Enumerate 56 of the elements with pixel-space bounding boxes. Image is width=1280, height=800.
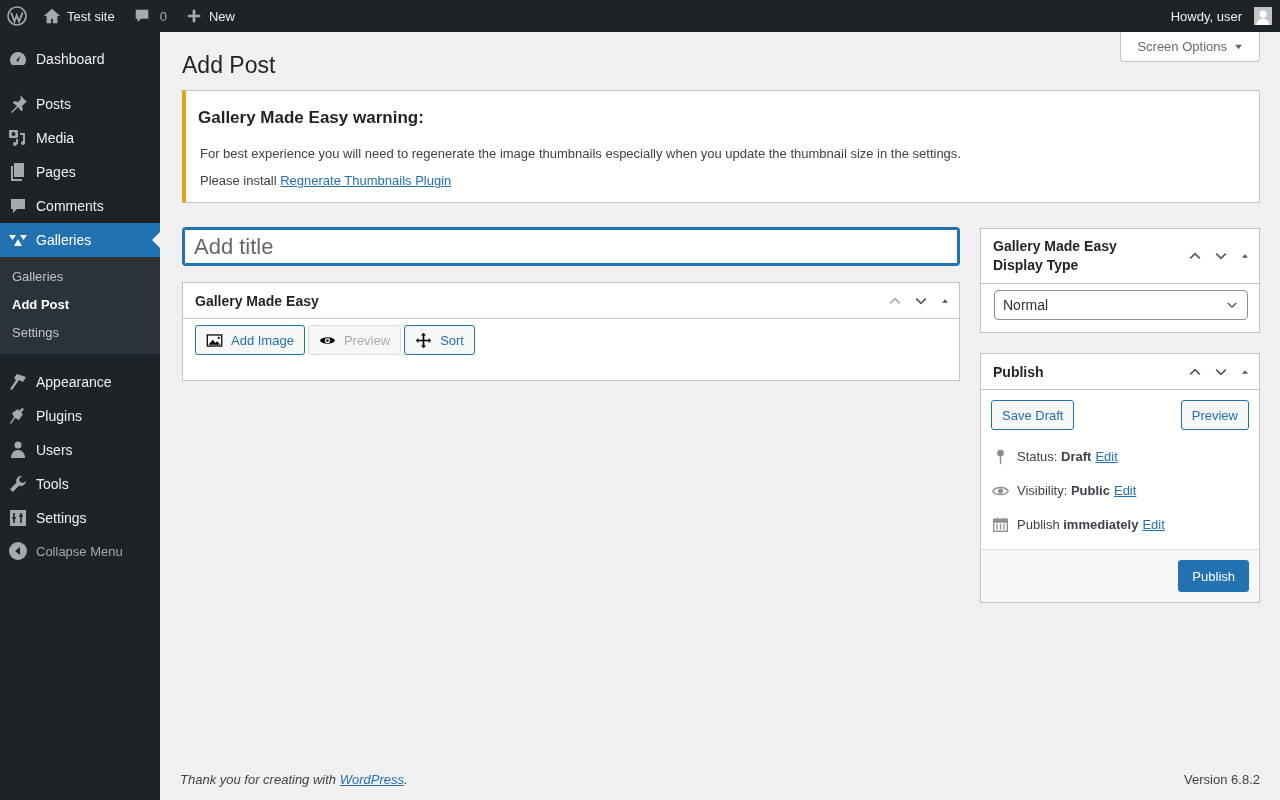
calendar-icon xyxy=(992,515,1009,533)
sliders-icon xyxy=(8,508,28,528)
display-type-select[interactable]: Normal xyxy=(994,290,1248,320)
page-title: Add Post xyxy=(182,51,277,80)
submenu-item[interactable]: Settings xyxy=(0,319,160,347)
submenu-item[interactable]: Galleries xyxy=(0,263,160,291)
comments-link[interactable]: 0 xyxy=(132,7,167,25)
image-icon xyxy=(206,331,223,349)
submenu-item[interactable]: Add Post xyxy=(0,291,160,319)
edit-link[interactable]: Edit xyxy=(1095,448,1118,464)
notice-title: Gallery Made Easy warning: xyxy=(198,108,425,128)
wordpress-logo-icon[interactable] xyxy=(7,6,27,26)
wordpress-link[interactable]: WordPress xyxy=(339,772,404,787)
sidebar-menu-item[interactable]: Settings xyxy=(0,501,160,535)
publish-button[interactable]: Publish xyxy=(1178,560,1249,592)
sidebar-menu-item[interactable]: Galleries xyxy=(0,223,160,257)
publish-setting-text: Status: Draft xyxy=(1017,448,1092,464)
sidebar-menu-item[interactable]: Plugins xyxy=(0,399,160,433)
preview-button[interactable]: Preview xyxy=(1180,400,1249,430)
publish-setting-text: Publish immediately xyxy=(1017,516,1139,532)
collapse-menu-link[interactable]: Collapse Menu xyxy=(0,535,160,567)
wrench-icon xyxy=(8,474,28,494)
person-icon xyxy=(8,440,28,460)
meta-box-title: Gallery Made Easy Display Type xyxy=(993,237,1118,275)
move-arrows-icon xyxy=(415,331,433,349)
home-icon xyxy=(43,7,61,25)
meta-box-title: Publish xyxy=(993,362,1044,382)
site-link[interactable]: Test site xyxy=(43,7,115,25)
new-link[interactable]: New xyxy=(184,7,235,25)
notice-text: For best experience you will need to regenerate the image thumbnails especially when you update the thumbnail size in the settings. xyxy=(200,146,962,161)
camera-music-icon xyxy=(8,128,28,148)
gallery-toolbar-button[interactable]: Add Image xyxy=(195,325,305,355)
version-text: Version 6.8.2 xyxy=(1184,772,1260,787)
sidebar-menu-item[interactable]: Posts xyxy=(0,87,160,121)
edit-link[interactable]: Edit xyxy=(1113,482,1137,498)
sidebar-menu-item[interactable]: Media xyxy=(0,121,160,155)
avatar-icon xyxy=(1254,7,1272,25)
edit-link[interactable]: Edit xyxy=(1142,516,1165,532)
sidebar-menu-item[interactable]: Tools xyxy=(0,467,160,501)
notice-text: Please install xyxy=(200,173,277,188)
sidebar-menu-item[interactable]: Pages xyxy=(0,155,160,189)
speech-bubble-icon xyxy=(8,196,28,216)
sidebar-menu-item[interactable]: Comments xyxy=(0,189,160,223)
screen-options-button[interactable]: Screen Options xyxy=(1120,32,1260,62)
caret-down-icon xyxy=(1234,43,1243,50)
plugin-link[interactable]: Regnerate Thumbnails Plugin xyxy=(280,173,452,188)
sidebar-menu-item[interactable]: Appearance xyxy=(0,365,160,399)
publish-setting-text: Visibility: Public xyxy=(1017,482,1110,498)
title-input-field[interactable]: Add title xyxy=(182,227,960,266)
save-draft-button[interactable]: Save Draft xyxy=(991,400,1075,430)
meta-box-title: Gallery Made Easy xyxy=(195,291,319,311)
sidebar-menu-item[interactable]: Dashboard xyxy=(0,42,160,76)
footer-credit-text: Thank you for creating with WordPress. xyxy=(180,772,408,787)
account-link[interactable]: Howdy, user xyxy=(1170,7,1272,25)
sidebar-menu-item[interactable]: Users xyxy=(0,433,160,467)
gallery-toolbar-button[interactable]: Sort xyxy=(404,325,475,355)
